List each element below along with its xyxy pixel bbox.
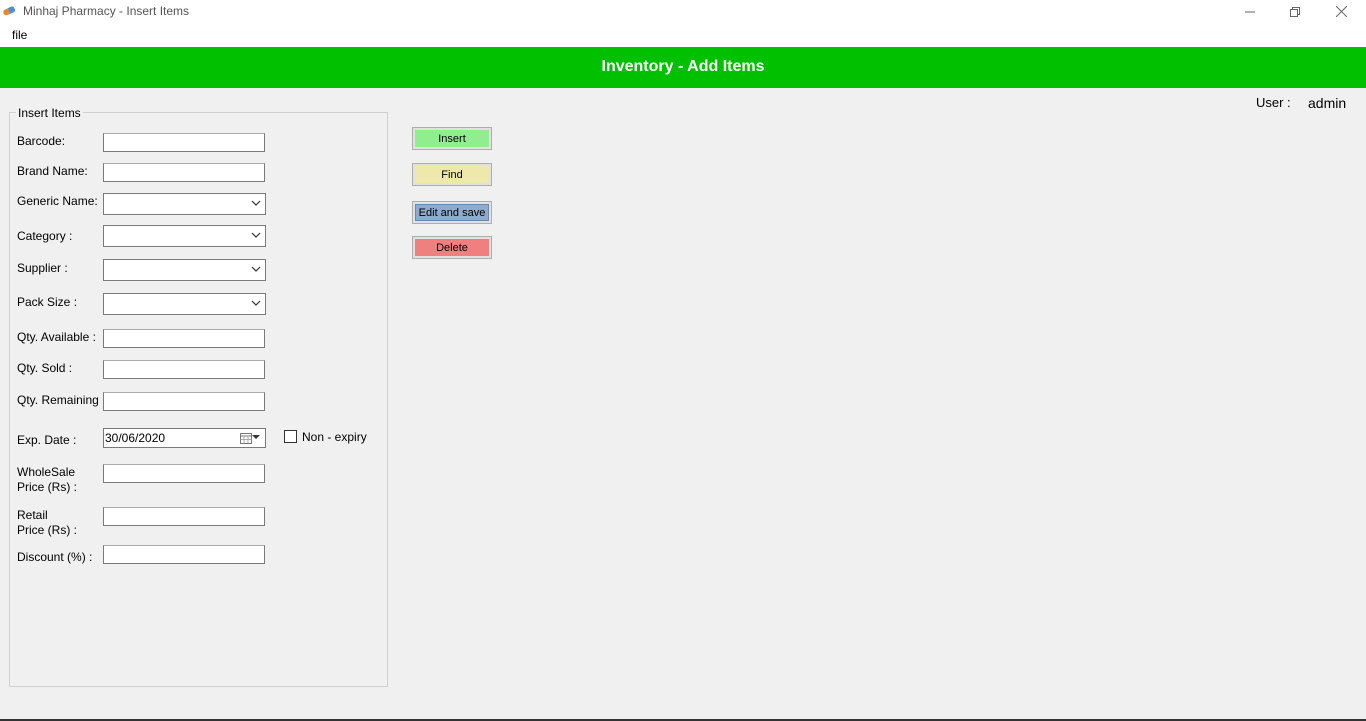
menu-bar: file xyxy=(0,23,1366,47)
chevron-down-icon xyxy=(251,232,261,238)
non-expiry-label: Non - expiry xyxy=(302,430,367,444)
delete-button-label: Delete xyxy=(415,239,489,256)
category-combo[interactable] xyxy=(103,225,266,247)
brand-name-label: Brand Name: xyxy=(17,164,88,178)
edit-and-save-button-label: Edit and save xyxy=(415,204,489,221)
exp-date-label: Exp. Date : xyxy=(17,433,77,447)
insert-button[interactable]: Insert xyxy=(412,127,492,150)
retail-price-field[interactable] xyxy=(103,507,265,526)
barcode-label: Barcode: xyxy=(17,134,66,148)
pack-size-combo[interactable] xyxy=(103,293,266,315)
wholesale-price-label-line1: WholeSale xyxy=(17,465,76,479)
title-bar: Minhaj Pharmacy - Insert Items xyxy=(0,0,1366,23)
user-label: User : xyxy=(1256,95,1291,110)
minimize-icon xyxy=(1245,11,1255,12)
category-label: Category : xyxy=(17,229,73,243)
qty-available-label: Qty. Available : xyxy=(17,330,96,344)
dropdown-arrow-icon xyxy=(252,435,260,439)
page-header: Inventory - Add Items xyxy=(0,47,1366,88)
non-expiry-checkbox[interactable] xyxy=(284,430,297,443)
chevron-down-icon xyxy=(251,200,261,206)
pack-size-label: Pack Size : xyxy=(17,295,78,309)
restore-icon xyxy=(1290,6,1300,17)
wholesale-price-label-line2: Price (Rs) : xyxy=(17,480,77,494)
retail-price-label-line2: Price (Rs) : xyxy=(17,523,77,537)
close-button[interactable] xyxy=(1318,0,1364,23)
brand-name-field[interactable] xyxy=(103,163,265,182)
exp-date-picker[interactable]: 30/06/2020 xyxy=(103,428,266,448)
minimize-button[interactable] xyxy=(1227,0,1273,23)
page-title: Inventory - Add Items xyxy=(601,58,765,75)
supplier-label: Supplier : xyxy=(17,261,68,275)
pill-app-icon xyxy=(2,4,18,18)
restore-button[interactable] xyxy=(1272,0,1318,23)
close-icon xyxy=(1335,6,1347,17)
generic-name-label: Generic Name: xyxy=(17,194,98,208)
window-title: Minhaj Pharmacy - Insert Items xyxy=(23,4,190,18)
qty-available-field[interactable] xyxy=(103,329,265,348)
barcode-field[interactable] xyxy=(103,133,265,152)
discount-field[interactable] xyxy=(103,545,265,564)
calendar-icon xyxy=(240,433,252,444)
qty-remaining-label: Qty. Remaining xyxy=(17,393,99,407)
delete-button[interactable]: Delete xyxy=(412,236,492,259)
qty-sold-label: Qty. Sold : xyxy=(17,361,73,375)
groupbox-title: Insert Items xyxy=(16,106,83,120)
find-button[interactable]: Find xyxy=(412,163,492,186)
wholesale-price-field[interactable] xyxy=(103,464,265,483)
discount-label: Discount (%) : xyxy=(17,550,93,564)
edit-and-save-button[interactable]: Edit and save xyxy=(412,201,492,224)
retail-price-label-line1: Retail xyxy=(17,508,48,522)
find-button-label: Find xyxy=(415,166,489,183)
generic-name-combo[interactable] xyxy=(103,193,266,215)
supplier-combo[interactable] xyxy=(103,259,266,281)
user-name: admin xyxy=(1308,95,1347,111)
chevron-down-icon xyxy=(251,300,261,306)
menu-item-file[interactable]: file xyxy=(12,28,27,42)
retail-price-label: Retail Price (Rs) : xyxy=(17,508,77,538)
wholesale-price-label: WholeSale Price (Rs) : xyxy=(17,465,77,495)
exp-date-value: 30/06/2020 xyxy=(105,431,166,445)
qty-remaining-field[interactable] xyxy=(103,392,265,411)
insert-button-label: Insert xyxy=(415,130,489,147)
chevron-down-icon xyxy=(251,266,261,272)
qty-sold-field[interactable] xyxy=(103,360,265,379)
